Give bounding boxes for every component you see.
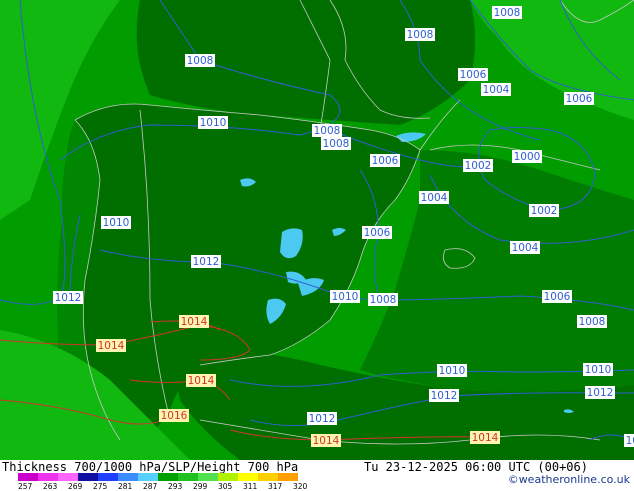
- svg-text:1008: 1008: [323, 138, 350, 150]
- map-title: Thickness 700/1000 hPa/SLP/Height 700 hP…: [2, 460, 299, 474]
- svg-text:1006: 1006: [460, 69, 487, 81]
- forecast-datetime: Tu 23-12-2025 06:00 UTC (00+06): [364, 460, 588, 474]
- svg-text:1014: 1014: [313, 435, 340, 447]
- isobar-label: 1006: [458, 68, 488, 81]
- isobar-label: 1012: [191, 255, 221, 268]
- svg-text:1006: 1006: [372, 155, 399, 167]
- isobar-label: 1008: [492, 6, 522, 19]
- isobar-label: 1002: [529, 204, 559, 217]
- svg-text:1002: 1002: [465, 160, 492, 172]
- svg-text:1004: 1004: [483, 84, 510, 96]
- isobar-label: 1012: [585, 386, 615, 399]
- svg-text:1008: 1008: [187, 55, 214, 67]
- isobar-label: 1000: [512, 150, 542, 163]
- scale-swatch: [278, 473, 298, 481]
- isobar-label: 1008: [368, 293, 398, 306]
- isobar-label: 1016: [159, 409, 189, 422]
- svg-text:1008: 1008: [494, 7, 521, 19]
- scale-swatch: [118, 473, 138, 481]
- isobar-label: 1012: [429, 389, 459, 402]
- svg-text:1010: 1010: [332, 291, 359, 303]
- isobar-label: 1010: [330, 290, 360, 303]
- isobar-label: 1008: [185, 54, 215, 67]
- svg-text:1014: 1014: [188, 375, 215, 387]
- svg-text:1004: 1004: [421, 192, 448, 204]
- isobar-label: 1014: [186, 374, 216, 387]
- isobar-label: 1008: [321, 137, 351, 150]
- scale-swatch: [238, 473, 258, 481]
- isobar-label: 1008: [405, 28, 435, 41]
- svg-text:1010: 1010: [439, 365, 466, 377]
- isobar-label: 1006: [564, 92, 594, 105]
- map-footer: Thickness 700/1000 hPa/SLP/Height 700 hP…: [0, 460, 634, 491]
- isobar-label: 1010: [437, 364, 467, 377]
- isobar-label: 1014: [311, 434, 341, 447]
- isobar-label: 1012: [624, 434, 634, 447]
- isobar-label: 1012: [53, 291, 83, 304]
- svg-text:1008: 1008: [314, 125, 341, 137]
- isobar-label: 1010: [198, 116, 228, 129]
- isobar-label: 1004: [419, 191, 449, 204]
- isobar-label: 1010: [101, 216, 131, 229]
- svg-text:1010: 1010: [200, 117, 227, 129]
- weather-map: 1008 1008 1008 1006 1004 1006 1010 1008 …: [0, 0, 634, 460]
- isobar-label: 1006: [542, 290, 572, 303]
- isobar-label: 1008: [312, 124, 342, 137]
- svg-text:1014: 1014: [472, 432, 499, 444]
- isobar-label: 1002: [463, 159, 493, 172]
- svg-text:1006: 1006: [544, 291, 571, 303]
- scale-swatch: [38, 473, 58, 481]
- scale-swatch: [18, 473, 38, 481]
- svg-text:1012: 1012: [55, 292, 82, 304]
- isobar-label: 1014: [179, 315, 209, 328]
- svg-text:1012: 1012: [309, 413, 336, 425]
- scale-swatch: [98, 473, 118, 481]
- isobar-label: 1010: [583, 363, 613, 376]
- svg-text:1014: 1014: [98, 340, 125, 352]
- svg-text:1016: 1016: [161, 410, 188, 422]
- isobar-label: 1006: [370, 154, 400, 167]
- scale-swatch: [178, 473, 198, 481]
- scale-swatch: [158, 473, 178, 481]
- scale-swatch: [198, 473, 218, 481]
- svg-text:1006: 1006: [364, 227, 391, 239]
- scale-swatch: [258, 473, 278, 481]
- isobar-label: 1006: [362, 226, 392, 239]
- scale-swatch: [58, 473, 78, 481]
- svg-text:1010: 1010: [585, 364, 612, 376]
- isobar-label: 1014: [96, 339, 126, 352]
- svg-text:1014: 1014: [181, 316, 208, 328]
- svg-text:1008: 1008: [370, 294, 397, 306]
- isobar-label: 1014: [470, 431, 500, 444]
- svg-text:1008: 1008: [579, 316, 606, 328]
- scale-swatch: [218, 473, 238, 481]
- isobar-label: 1008: [577, 315, 607, 328]
- svg-text:1010: 1010: [103, 217, 130, 229]
- svg-text:1012: 1012: [587, 387, 614, 399]
- scale-swatch: [78, 473, 98, 481]
- svg-text:1000: 1000: [514, 151, 541, 163]
- svg-text:1008: 1008: [407, 29, 434, 41]
- isobar-label: 1004: [510, 241, 540, 254]
- isobar-label: 1012: [307, 412, 337, 425]
- scale-swatch: [138, 473, 158, 481]
- svg-text:1012: 1012: [193, 256, 220, 268]
- svg-text:1012: 1012: [431, 390, 458, 402]
- svg-text:1002: 1002: [531, 205, 558, 217]
- credit-link[interactable]: ©weatheronline.co.uk: [508, 473, 630, 486]
- svg-text:1004: 1004: [512, 242, 539, 254]
- svg-text:1012: 1012: [626, 435, 634, 447]
- isobar-label: 1004: [481, 83, 511, 96]
- svg-text:1006: 1006: [566, 93, 593, 105]
